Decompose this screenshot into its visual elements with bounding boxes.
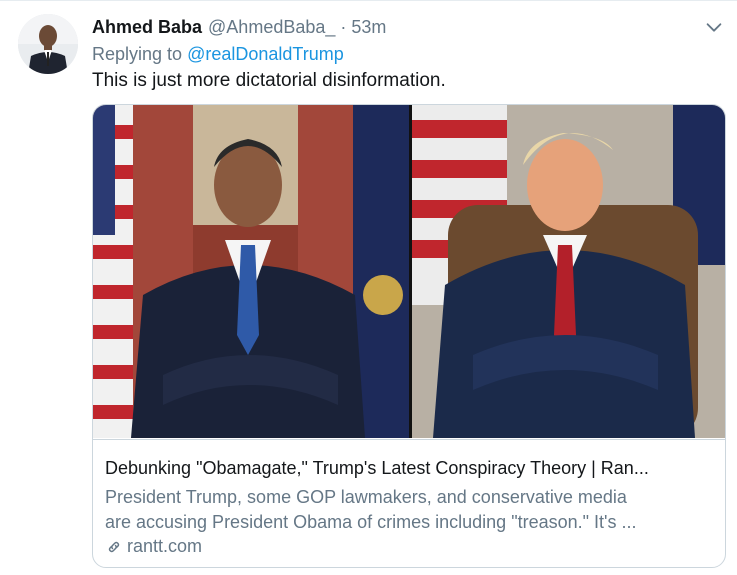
avatar[interactable] — [18, 14, 78, 74]
card-domain-text: rantt.com — [127, 536, 203, 556]
avatar-image — [18, 14, 78, 74]
card-image[interactable] — [93, 105, 725, 438]
chevron-down-icon[interactable] — [703, 16, 725, 38]
top-divider — [0, 0, 737, 1]
reply-context: Replying to @realDonaldTrump — [92, 44, 344, 65]
reply-mention-link[interactable]: @realDonaldTrump — [187, 44, 344, 64]
tweet-text: This is just more dictatorial disinforma… — [92, 70, 446, 91]
card-description-line: President Trump, some GOP lawmakers, and… — [105, 487, 627, 507]
separator-dot: · — [340, 17, 347, 37]
timestamp[interactable]: 53m — [351, 17, 386, 38]
card-description: President Trump, some GOP lawmakers, and… — [105, 485, 710, 535]
card-body[interactable]: Debunking "Obamagate," Trump's Latest Co… — [93, 439, 725, 567]
tweet-header: Ahmed Baba @AhmedBaba_ · 53m — [92, 17, 386, 39]
card-domain[interactable]: rantt.com — [105, 536, 202, 557]
link-card[interactable]: Debunking "Obamagate," Trump's Latest Co… — [92, 104, 726, 568]
card-photo — [93, 105, 725, 438]
card-description-line: are accusing President Obama of crimes i… — [105, 512, 637, 532]
link-icon — [108, 541, 120, 552]
display-name[interactable]: Ahmed Baba — [92, 17, 202, 38]
reply-prefix: Replying to — [92, 44, 183, 64]
card-title[interactable]: Debunking "Obamagate," Trump's Latest Co… — [105, 458, 649, 479]
user-handle[interactable]: @AhmedBaba_ — [208, 17, 335, 38]
